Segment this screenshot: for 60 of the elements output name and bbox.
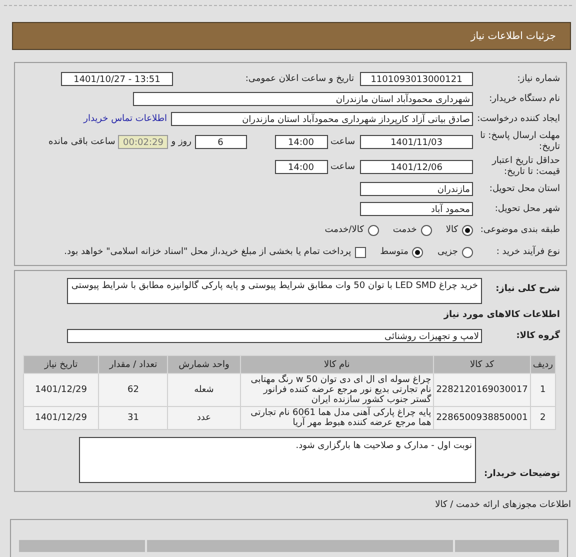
text-field[interactable]: 1101093013000121 (360, 72, 473, 86)
text-field[interactable]: 14:00 (274, 160, 328, 174)
table-cell: 2286500938850001 (434, 406, 530, 430)
text-field[interactable]: 1401/11/03 (360, 134, 473, 148)
text-field[interactable]: مازندران (360, 182, 473, 196)
field-label: استان محل تحویل: (488, 184, 560, 194)
description-field[interactable]: خرید چراغ LED SMD با توان 50 وات مطابق شرایط پیوستی و پایه پارکی گالوانیزه مطابق با شرایط پیوستی (67, 278, 482, 304)
table-cell: 31 (98, 406, 168, 430)
field-label: ایجاد کننده درخواست: (476, 114, 560, 124)
table-cell: عدد (168, 406, 240, 430)
text-field[interactable]: 1401/12/06 (360, 160, 473, 174)
remaining-label: ساعت باقی مانده (48, 136, 116, 146)
field-label: نام دستگاه خریدار: (488, 94, 560, 104)
time-label: ساعت (330, 136, 355, 146)
text-field[interactable]: صادق بیاتی آزاد کارپرداز شهرداری محمودآباد استان مازندران (171, 112, 473, 126)
text-field[interactable]: 14:00 (274, 134, 328, 148)
field-label: شماره نیاز: (516, 74, 560, 84)
field-label: مهلت ارسال پاسخ: تا تاریخ: (479, 130, 560, 152)
column-header: کد کالا (434, 356, 530, 374)
text-field[interactable]: محمود آباد (360, 202, 473, 216)
section-title: اطلاعات مجوزهای ارائه خدمت / کالا (434, 500, 572, 512)
table-cell: شعله (168, 374, 240, 406)
notes-field[interactable]: نوبت اول - مدارک و صلاحیت ها بارگزاری شود. (79, 437, 476, 483)
option-label: متوسط (380, 247, 408, 257)
field-label: گروه کالا: (515, 331, 560, 341)
field-label: توضیحات خریدار: (483, 469, 560, 481)
time-label: ساعت (330, 162, 355, 172)
text-field[interactable]: لامپ و تجهیزات روشنائی (67, 329, 482, 343)
text-field[interactable]: شهرداری محمودآباد استان مازندران (133, 92, 473, 106)
text-field[interactable]: 6 (194, 134, 246, 148)
table-cell: 62 (98, 374, 168, 406)
column-header: واحد شمارش (168, 356, 240, 374)
field-label: حداقل تاریخ اعتبار قیمت: تا تاریخ: (490, 156, 560, 178)
table-cell: چراغ سوله ای ال ای دی توان 50 w رنگ مهتابی نام تجارتی بدیع نور مرجع عرضه کننده فرانور گستر جنوب کشور سازنده ایران (240, 374, 434, 406)
table-cell: 1401/12/29 (24, 374, 99, 406)
contact-link[interactable]: اطلاعات تماس خریدار (84, 114, 167, 124)
column-header: ردیف (530, 356, 556, 374)
page-title: جزئیات اطلاعات نیاز (470, 30, 556, 42)
column-header: تعداد / مقدار (98, 356, 168, 374)
column-header: نام کالا (240, 356, 434, 374)
checkbox-label: پرداخت تمام یا بخشی از مبلغ خرید،از محل "اسناد خزانه اسلامی" خواهد بود. (64, 247, 352, 257)
option-label: خدمت (392, 225, 417, 235)
option-label: کالا/خدمت (324, 225, 364, 235)
table-cell: 1 (530, 374, 556, 406)
table-cell: 1401/12/29 (24, 406, 99, 430)
days-label: روز و (171, 136, 192, 146)
field-label: طبقه بندی موضوعی: (479, 224, 560, 236)
field-label: شهر محل تحویل: (494, 204, 560, 214)
option-label: کالا (446, 225, 458, 235)
field-label: تاریخ و ساعت اعلان عمومی: (245, 74, 354, 84)
table-cell: 2 (530, 406, 556, 430)
table-cell: پایه چراغ پارکی آهنی مدل هما 6061 نام تجارتی هما مرجع عرضه کننده هبوط مهر آریا (240, 406, 434, 430)
countdown-timer: 00:02:29 (118, 134, 168, 148)
table-cell: 2282120169030017 (434, 374, 530, 406)
text-field[interactable]: 1401/10/27 - 13:51 (61, 72, 173, 86)
field-label: نوع فرآیند خرید : (495, 246, 560, 258)
column-header: تاریخ نیاز (24, 356, 99, 374)
section-heading: اطلاعات کالاهای مورد نیاز (442, 310, 561, 322)
option-label: جزیی (437, 247, 458, 257)
field-label: شرح کلی نیاز: (494, 283, 560, 294)
